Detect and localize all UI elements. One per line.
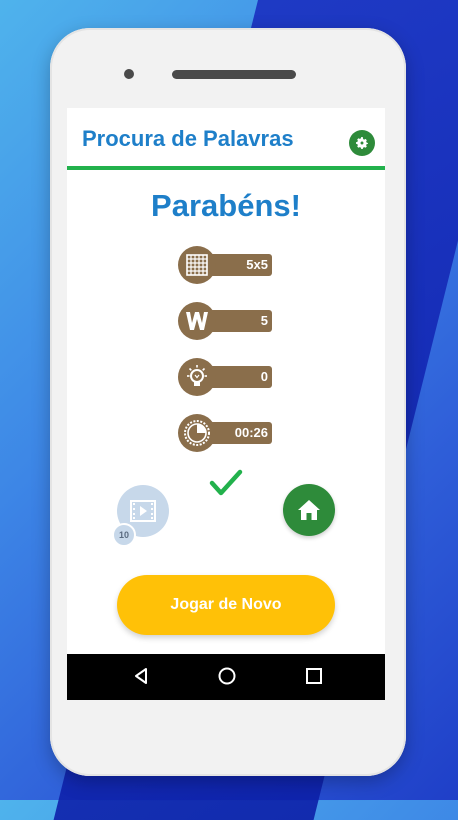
- settings-button[interactable]: [349, 130, 375, 156]
- app-bar: Procura de Palavras: [67, 108, 385, 170]
- stat-icon-circle: [178, 302, 216, 340]
- stat-value: 00:26: [234, 425, 268, 440]
- stat-hints: 0: [178, 358, 274, 398]
- stat-words: 5: [178, 302, 274, 342]
- stat-icon-circle: [178, 414, 216, 452]
- stat-value: 0: [260, 369, 268, 384]
- stat-value: 5: [260, 313, 268, 328]
- stat-icon-circle: [178, 246, 216, 284]
- stat-time: 00:26: [178, 414, 274, 454]
- congrats-heading: Parabéns!: [151, 188, 301, 223]
- back-icon[interactable]: [131, 666, 151, 686]
- system-navigation-bar: [67, 654, 385, 700]
- home-nav-icon[interactable]: [217, 666, 237, 686]
- w-letter-icon: [186, 312, 208, 330]
- grid-icon: [186, 254, 208, 276]
- play-again-button[interactable]: Jogar de Novo: [117, 575, 335, 635]
- video-icon: [130, 500, 156, 522]
- app-screen: Procura de Palavras Parabéns! 5x5 5 0 00…: [67, 108, 385, 700]
- video-count-badge: 10: [112, 523, 136, 547]
- home-button[interactable]: [283, 484, 335, 536]
- check-icon: [209, 469, 243, 496]
- gear-icon: [356, 137, 368, 149]
- timer-icon: [184, 420, 210, 446]
- app-title: Procura de Palavras: [82, 126, 294, 151]
- lightbulb-icon: [187, 365, 207, 386]
- stat-value: 5x5: [246, 257, 268, 272]
- stat-grid-size: 5x5: [178, 246, 274, 286]
- home-icon: [298, 500, 320, 520]
- stat-icon-circle: [178, 358, 216, 396]
- phone-camera: [124, 69, 134, 79]
- recent-apps-icon[interactable]: [305, 667, 323, 685]
- phone-speaker: [172, 70, 296, 79]
